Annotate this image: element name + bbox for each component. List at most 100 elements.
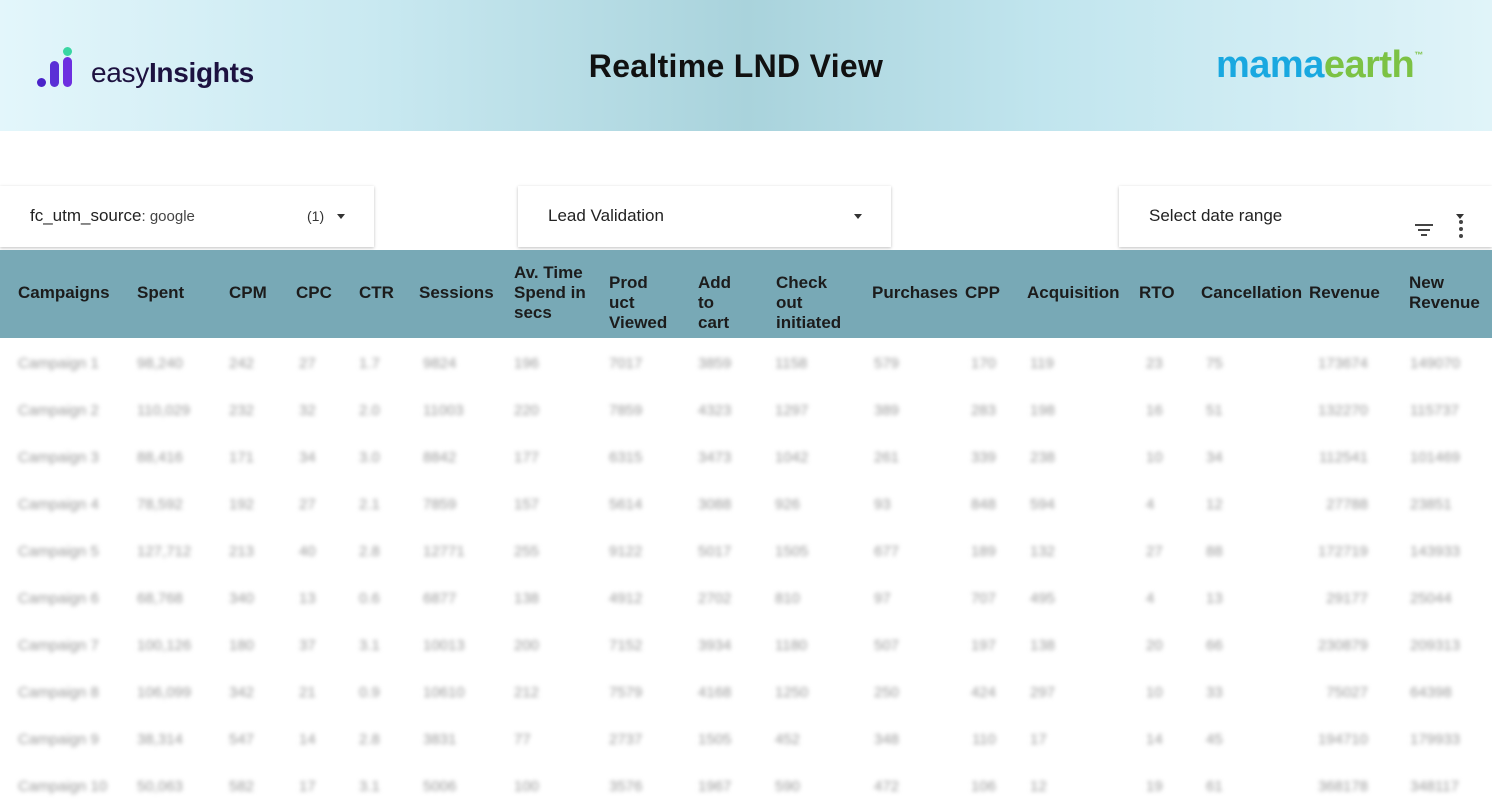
table-cell: 5614 <box>609 496 643 513</box>
table-cell: 12771 <box>423 543 465 560</box>
table-cell: 75 <box>1206 355 1223 372</box>
table-cell: 10610 <box>423 684 465 701</box>
table-cell: 230879 <box>1317 637 1368 654</box>
chevron-down-icon[interactable] <box>337 214 345 219</box>
source-filter-dropdown[interactable]: fc_utm_source: google (1) <box>0 186 374 247</box>
table-cell: Campaign 10 <box>18 778 108 795</box>
table-cell: Campaign 3 <box>18 449 99 466</box>
col-cpp[interactable]: CPP <box>965 283 1000 303</box>
table-cell: 340 <box>229 590 255 607</box>
table-cell: 212 <box>514 684 540 701</box>
col-cancellation[interactable]: Cancellation <box>1201 283 1302 303</box>
chevron-down-icon[interactable] <box>1456 214 1464 219</box>
table-cell: 27788 <box>1326 496 1368 513</box>
col-avg-time[interactable]: Av. Time Spend in secs <box>514 263 594 323</box>
table-cell: 1505 <box>698 731 732 748</box>
source-filter-count: (1) <box>307 208 325 224</box>
logo-mama: mama <box>1216 44 1324 86</box>
table-cell: 23 <box>1146 355 1163 372</box>
table-row[interactable]: Campaign 7 100,126 180 37 3.1 10013 200 7152 393… <box>0 622 1492 669</box>
table-cell: 2.0 <box>359 402 380 419</box>
col-rto[interactable]: RTO <box>1139 283 1175 303</box>
table-cell: 283 <box>970 402 996 419</box>
chevron-down-icon[interactable] <box>854 214 862 219</box>
col-new-revenue[interactable]: New Revenue <box>1409 273 1487 313</box>
table-cell: 101469 <box>1410 449 1461 466</box>
validation-dropdown[interactable]: Lead Validation <box>518 186 891 247</box>
table-cell: 209313 <box>1410 637 1461 654</box>
table-cell: 1180 <box>775 637 808 654</box>
table-cell: 119 <box>1030 355 1054 372</box>
table-row[interactable]: Campaign 6 68,768 340 13 0.6 6877 138 4912 2702 8… <box>0 575 1492 622</box>
table-cell: 2.1 <box>359 496 380 513</box>
col-purchases[interactable]: Purchases <box>872 283 958 303</box>
table-cell: 1250 <box>775 684 809 701</box>
table-cell: 7859 <box>423 496 457 513</box>
table-cell: 2.8 <box>359 731 380 748</box>
table-cell: Campaign 1 <box>18 355 99 372</box>
table-cell: 594 <box>1030 496 1056 513</box>
col-ctr[interactable]: CTR <box>359 283 394 303</box>
table-row[interactable]: Campaign 8 106,099 342 21 0.9 10610 212 7579 416… <box>0 669 1492 716</box>
table-cell: 10 <box>1146 449 1163 466</box>
table-cell: 10 <box>1146 684 1163 701</box>
table-row[interactable]: Campaign 2 110,029 232 32 2.0 11003 220 7859 432… <box>0 387 1492 434</box>
filter-icon[interactable] <box>1415 224 1433 236</box>
col-add-to-cart[interactable]: Add to cart <box>698 273 738 333</box>
table-cell: 149070 <box>1410 355 1461 372</box>
col-cpm[interactable]: CPM <box>229 283 267 303</box>
table-cell: 342 <box>229 684 255 701</box>
table-cell: 2.8 <box>359 543 380 560</box>
mamaearth-logo: mamaearth™ <box>1216 44 1423 87</box>
col-spent[interactable]: Spent <box>137 283 184 303</box>
table-cell: 200 <box>514 637 540 654</box>
col-checkout-initiated[interactable]: Check out initiated <box>776 273 848 333</box>
col-revenue[interactable]: Revenue <box>1309 283 1380 303</box>
table-cell: 7859 <box>609 402 643 419</box>
table-cell: 100,126 <box>137 637 192 654</box>
col-cpc[interactable]: CPC <box>296 283 332 303</box>
more-options-icon[interactable] <box>1459 220 1463 241</box>
table-cell: 97 <box>874 590 891 607</box>
table-row[interactable]: Campaign 1 98,240 242 27 1.7 9824 196 7017 3859 1… <box>0 340 1492 387</box>
table-cell: 579 <box>874 355 900 372</box>
col-acquisition[interactable]: Acquisition <box>1027 283 1120 303</box>
table-cell: 3576 <box>609 778 643 795</box>
table-cell: 582 <box>229 778 255 795</box>
table-cell: 127,712 <box>137 543 192 560</box>
col-campaigns[interactable]: Campaigns <box>18 283 110 303</box>
table-cell: 2737 <box>609 731 643 748</box>
table-cell: 12 <box>1206 496 1223 513</box>
table-cell: 157 <box>514 496 540 513</box>
table-cell: 339 <box>970 449 996 466</box>
table-body: Campaign 1 98,240 242 27 1.7 9824 196 7017 3859 1… <box>0 340 1492 810</box>
table-cell: 472 <box>874 778 900 795</box>
table-cell: 17 <box>299 778 316 795</box>
table-cell: 232 <box>229 402 255 419</box>
source-filter-value: : google <box>141 208 195 225</box>
table-cell: 7152 <box>609 637 643 654</box>
table-cell: 6877 <box>423 590 457 607</box>
table-cell: 242 <box>229 355 255 372</box>
table-row[interactable]: Campaign 3 88,416 171 34 3.0 8842 177 6315 3473 1… <box>0 434 1492 481</box>
table-row[interactable]: Campaign 9 38,314 547 14 2.8 3831 77 2737 1505 45… <box>0 716 1492 763</box>
table-cell: 3473 <box>698 449 732 466</box>
table-cell: 3831 <box>423 731 457 748</box>
table-cell: 7017 <box>609 355 643 372</box>
table-cell: 16 <box>1146 402 1163 419</box>
table-cell: 40 <box>299 543 316 560</box>
source-filter-key: fc_utm_source <box>30 206 142 225</box>
table-cell: 77 <box>514 731 531 748</box>
table-row[interactable]: Campaign 4 78,592 192 27 2.1 7859 157 5614 3088 9… <box>0 481 1492 528</box>
table-cell: 34 <box>1206 449 1223 466</box>
col-sessions[interactable]: Sessions <box>419 283 494 303</box>
table-cell: 75027 <box>1326 684 1368 701</box>
table-cell: Campaign 4 <box>18 496 99 513</box>
table-row[interactable]: Campaign 5 127,712 213 40 2.8 12771 255 9122 501… <box>0 528 1492 575</box>
col-product-viewed[interactable]: Prod uct Viewed <box>609 273 673 333</box>
table-cell: 8842 <box>423 449 457 466</box>
date-range-picker[interactable]: Select date range <box>1119 186 1492 247</box>
table-cell: 0.6 <box>359 590 380 607</box>
table-cell: 13 <box>299 590 316 607</box>
table-cell: 1158 <box>775 355 808 372</box>
